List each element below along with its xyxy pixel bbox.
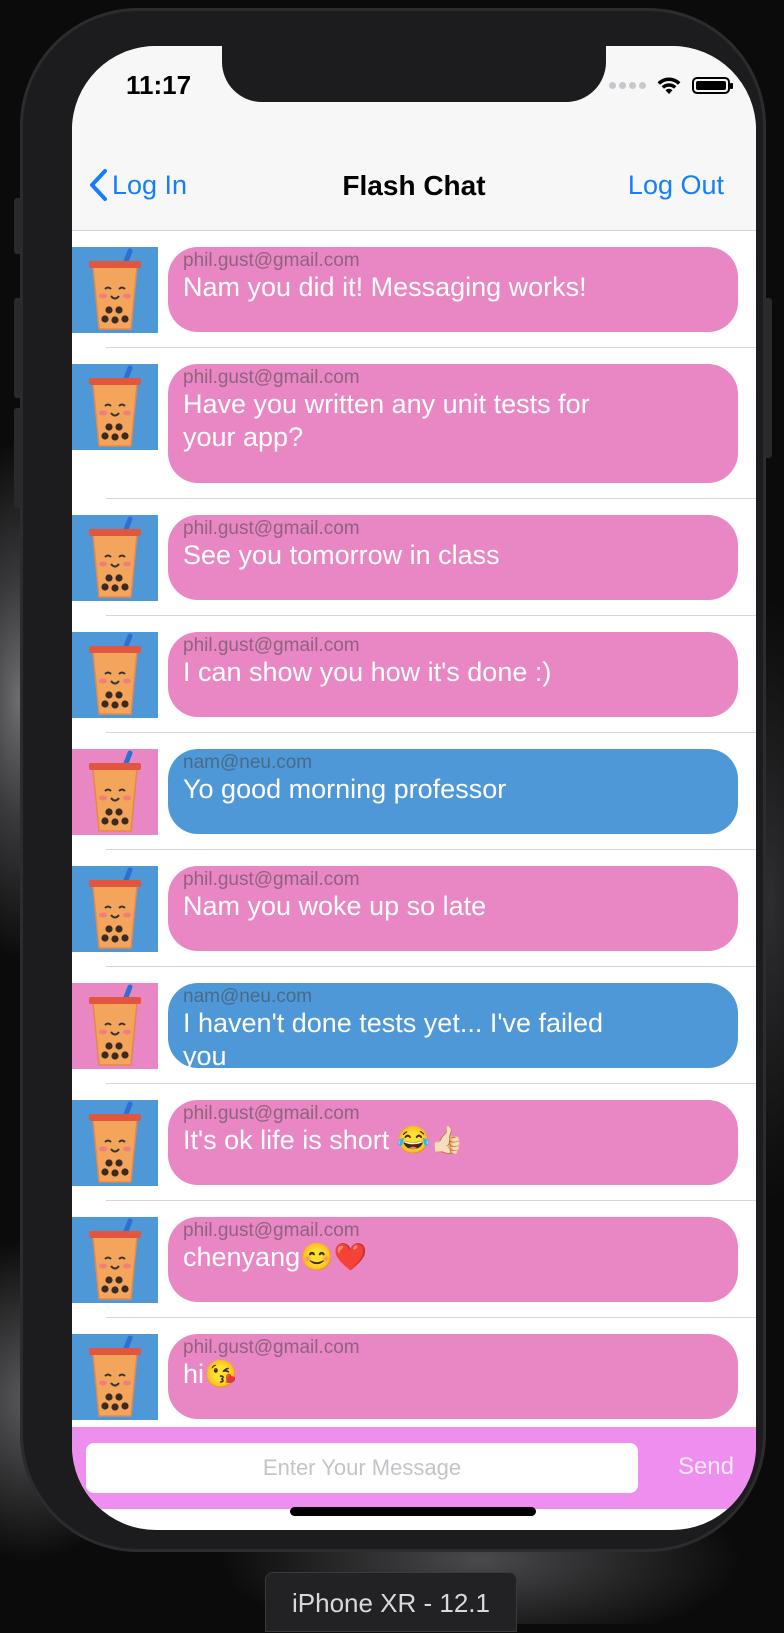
message-text: I can show you how it's done :) [183,657,552,687]
message-bubble: phil.gust@gmail.com Nam you did it! Messa… [168,247,738,332]
boba-tea-avatar-icon [72,1100,158,1186]
message-sender: phil.gust@gmail.com [183,1337,360,1358]
battery-icon [692,77,733,94]
message-row: nam@neu.com I haven't done tests yet... I… [72,967,756,1084]
message-row: phil.gust@gmail.com See you tomorrow in c… [72,499,756,616]
boba-tea-avatar-icon [72,632,158,718]
message-row: phil.gust@gmail.com I can show you how it… [72,616,756,733]
home-indicator [290,1507,536,1516]
status-time: 11:17 [126,70,192,100]
message-sender: phil.gust@gmail.com [183,518,360,539]
message-text: I haven't done tests yet... I've failed … [183,1008,604,1071]
message-bubble: nam@neu.com I haven't done tests yet... I… [168,983,738,1071]
boba-tea-avatar-icon [72,866,158,952]
message-text: It's ok life is short 😂👍🏻 [183,1125,464,1155]
message-row: phil.gust@gmail.com hi😘 [72,1318,756,1427]
message-text: See you tomorrow in class [183,540,500,570]
send-button[interactable]: Send [678,1453,734,1481]
message-input[interactable] [86,1443,638,1493]
message-sender: nam@neu.com [183,752,313,773]
message-bubble: phil.gust@gmail.com Have you written any … [168,364,738,483]
message-row: phil.gust@gmail.com It's ok life is short… [72,1084,756,1201]
message-row: phil.gust@gmail.com Nam you woke up so la… [72,850,756,967]
message-sender: phil.gust@gmail.com [183,635,360,656]
iphone-frame: 11:17 Log In Flash Chat Log Out phil.gus… [14,8,772,1552]
message-text: hi😘 [183,1359,238,1389]
message-bubble: phil.gust@gmail.com See you tomorrow in c… [168,515,738,600]
message-sender: phil.gust@gmail.com [183,1220,360,1241]
message-bubble: phil.gust@gmail.com chenyang😊❤️ [168,1217,738,1302]
silent-switch [14,198,22,254]
message-text: Nam you woke up so late [183,891,487,921]
wifi-icon [657,77,681,94]
signal-dots-icon [609,82,646,89]
message-sender: phil.gust@gmail.com [183,1103,360,1124]
volume-up-button [14,298,22,398]
message-bubble: phil.gust@gmail.com I can show you how it… [168,632,738,717]
simulator-device-label: iPhone XR - 12.1 [265,1572,517,1632]
boba-tea-avatar-icon [72,1217,158,1303]
message-bubble: phil.gust@gmail.com Nam you woke up so la… [168,866,738,951]
message-sender: phil.gust@gmail.com [183,869,360,890]
message-row: nam@neu.com Yo good morning professor [72,733,756,850]
compose-bar: Send [72,1427,756,1509]
logout-button[interactable]: Log Out [628,170,724,201]
message-bubble: phil.gust@gmail.com It's ok life is short… [168,1100,738,1185]
message-sender: nam@neu.com [183,986,313,1007]
message-list[interactable]: phil.gust@gmail.com Nam you did it! Messa… [72,231,756,1427]
message-sender: phil.gust@gmail.com [183,250,360,271]
status-icons [609,76,733,95]
message-row: phil.gust@gmail.com chenyang😊❤️ [72,1201,756,1318]
boba-tea-avatar-icon [72,247,158,333]
message-bubble: phil.gust@gmail.com hi😘 [168,1334,738,1419]
message-text: Yo good morning professor [183,774,507,804]
boba-tea-avatar-icon [72,364,158,450]
power-button [764,298,772,458]
boba-tea-avatar-icon [72,515,158,601]
message-bubble: nam@neu.com Yo good morning professor [168,749,738,834]
navigation-bar: Log In Flash Chat Log Out [72,138,756,231]
message-row: phil.gust@gmail.com Have you written any … [72,348,756,499]
boba-tea-avatar-icon [72,749,158,835]
message-text: chenyang😊❤️ [183,1242,368,1272]
phone-screen: 11:17 Log In Flash Chat Log Out phil.gus… [72,46,756,1530]
message-text: Nam you did it! Messaging works! [183,272,587,302]
volume-down-button [14,408,22,508]
notch [222,46,606,102]
message-row: phil.gust@gmail.com Nam you did it! Messa… [72,231,756,348]
boba-tea-avatar-icon [72,1334,158,1420]
boba-tea-avatar-icon [72,983,158,1069]
message-sender: phil.gust@gmail.com [183,367,360,388]
message-text: Have you written any unit tests for your… [183,389,590,452]
